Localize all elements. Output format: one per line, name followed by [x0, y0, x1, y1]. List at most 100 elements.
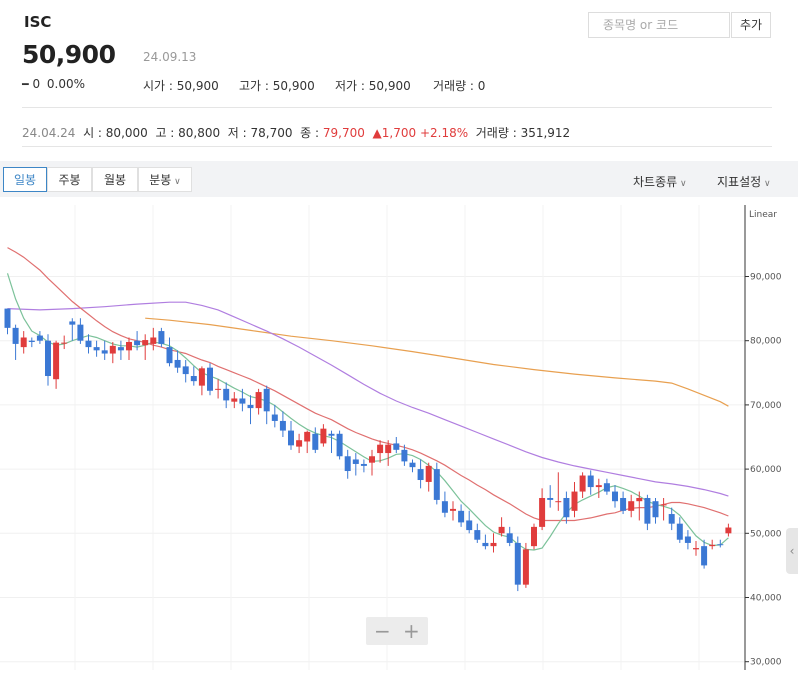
candle	[77, 318, 84, 344]
history-open-label: 시 :	[83, 126, 106, 140]
candle-body	[612, 491, 618, 502]
candle	[4, 308, 11, 335]
candle	[563, 491, 570, 524]
candle	[522, 542, 529, 588]
ma120-line	[145, 317, 729, 407]
candle	[231, 392, 238, 409]
candle	[660, 497, 667, 521]
candle-body	[514, 542, 521, 585]
indicator-menu[interactable]: 지표설정 ∨	[717, 173, 771, 190]
tab-weekly[interactable]: 주봉	[47, 167, 92, 192]
chevron-down-icon: ∨	[677, 179, 687, 189]
tab-monthly[interactable]: 월봉	[92, 167, 138, 192]
candle	[409, 459, 416, 473]
candle	[490, 533, 497, 553]
candle-body	[441, 501, 448, 513]
candle-body	[563, 497, 570, 518]
high-summary: 고가 : 50,900	[239, 77, 315, 94]
zoom-in-icon[interactable]: +	[403, 618, 420, 644]
candle-body	[304, 431, 311, 442]
candle	[279, 411, 286, 437]
candle-body	[652, 501, 659, 518]
history-row: 24.04.24 시 : 80,000 고 : 80,800 저 : 78,70…	[22, 124, 570, 141]
candle-body	[571, 491, 578, 511]
candle	[45, 334, 51, 386]
candle-body	[474, 530, 481, 540]
chart-type-menu[interactable]: 차트종류 ∨	[633, 173, 687, 190]
panel-toggle-icon[interactable]: ‹	[786, 528, 798, 574]
candle	[182, 359, 189, 383]
candle	[417, 459, 424, 489]
candle	[296, 433, 303, 454]
candlestick-chart[interactable]: Linear 30,000 40,000 50,000 60,000 70,000 80,…	[0, 200, 798, 677]
history-close: 79,700	[322, 126, 365, 140]
history-close-label: 종 :	[300, 126, 323, 140]
tab-minute[interactable]: 분봉 ∨	[138, 167, 192, 192]
history-low: 78,700	[250, 126, 293, 140]
candle-body	[595, 485, 602, 488]
current-price: 50,900	[22, 40, 116, 69]
tab-daily[interactable]: 일봉	[3, 167, 47, 192]
candle-body	[271, 414, 278, 421]
candle-body	[458, 510, 465, 523]
candle	[101, 340, 108, 360]
candle	[223, 382, 230, 409]
y-tick-label: 70,000	[750, 401, 782, 411]
candle-body	[725, 527, 732, 534]
candle	[514, 536, 521, 592]
candle	[166, 337, 173, 367]
zoom-out-icon[interactable]: −	[374, 618, 391, 644]
history-volume-label: 거래량 :	[475, 126, 521, 140]
candle	[93, 340, 100, 357]
candle-body	[555, 501, 562, 503]
candle-body	[660, 504, 667, 506]
candle-body	[85, 340, 92, 348]
candle	[360, 459, 367, 473]
candle	[571, 481, 578, 518]
candle-body	[385, 444, 392, 454]
search-input[interactable]: 종목명 or 코드	[588, 12, 730, 38]
candle-body	[288, 430, 294, 446]
candle-body	[587, 475, 594, 488]
candle	[369, 449, 375, 476]
candle-body	[547, 497, 554, 500]
low-summary: 저가 : 50,900	[335, 77, 411, 94]
candle	[450, 501, 456, 521]
candle-body	[126, 341, 132, 351]
candle-body	[182, 366, 189, 375]
add-button[interactable]: 추가	[731, 12, 771, 38]
candle-body	[539, 497, 546, 527]
candle	[117, 340, 124, 360]
candle-body	[466, 520, 473, 531]
candle	[579, 472, 586, 498]
candle-body	[53, 342, 60, 380]
price-change: ━ 0 0.00%	[22, 77, 85, 91]
scale-label: Linear	[749, 210, 777, 220]
history-open: 80,000	[105, 126, 148, 140]
candle	[320, 424, 327, 447]
candle	[474, 523, 481, 543]
candle	[603, 478, 610, 495]
candle-body	[77, 324, 84, 341]
candle	[531, 523, 537, 550]
candle-body	[450, 508, 456, 511]
candle	[247, 395, 254, 425]
candle	[85, 334, 92, 354]
candle	[109, 341, 116, 364]
candle-body	[684, 536, 691, 543]
candle-body	[36, 335, 43, 341]
candle	[142, 334, 149, 360]
candle-body	[20, 337, 27, 348]
candle	[255, 388, 262, 415]
candle-body	[620, 497, 627, 511]
candle	[288, 420, 294, 450]
history-change: ▲1,700	[372, 126, 417, 140]
candle	[328, 430, 335, 454]
candle	[644, 494, 651, 531]
y-tick-label: 30,000	[750, 658, 782, 668]
ma20-line	[7, 247, 729, 522]
candle-body	[69, 321, 76, 325]
chevron-down-icon: ∨	[171, 177, 181, 187]
candle-body	[263, 388, 270, 412]
candle	[336, 430, 343, 460]
